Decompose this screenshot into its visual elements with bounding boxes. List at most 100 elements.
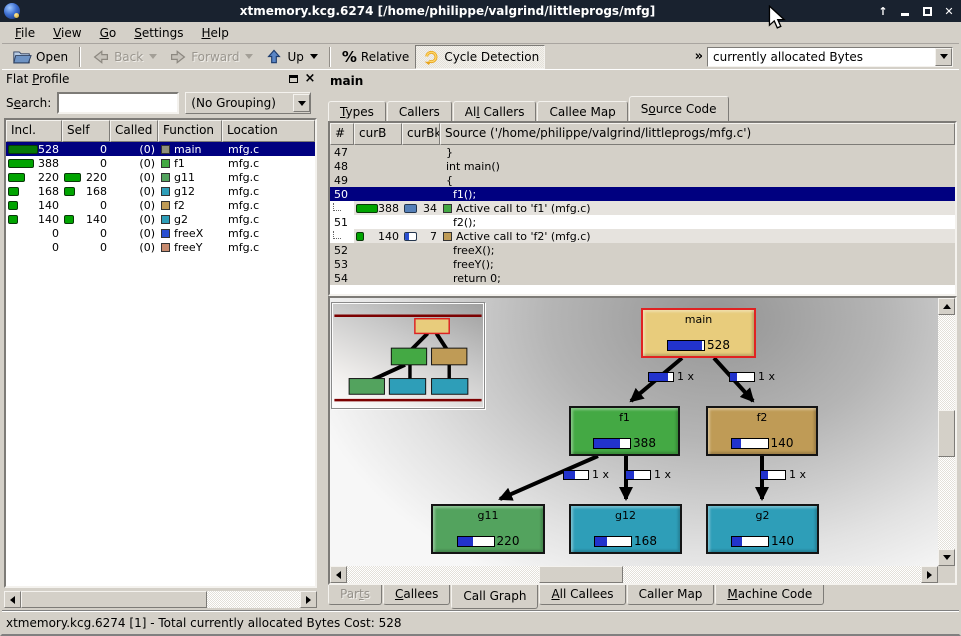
table-row[interactable]: 140 0 (0) f2 mfg.c [6, 198, 315, 212]
source-line[interactable]: 54 return 0; [330, 271, 955, 285]
column-header-self[interactable]: Self [62, 120, 110, 142]
tab-callees[interactable]: Callees [383, 585, 450, 605]
source-line[interactable]: 48int main() [330, 159, 955, 173]
graph-vscrollbar[interactable] [938, 298, 955, 566]
scrollbar-thumb[interactable] [539, 566, 623, 583]
graph-node-f1[interactable]: f1 388 [569, 406, 680, 456]
column-header-line[interactable]: # [330, 123, 354, 145]
combo-dropdown-icon[interactable] [293, 94, 310, 112]
maximize-button[interactable] [919, 3, 935, 19]
source-call-row[interactable]: 140 7 Active call to 'f2' (mfg.c) [330, 229, 955, 243]
grouping-combobox[interactable]: (No Grouping) [185, 92, 311, 114]
table-row[interactable]: 168 168 (0) g12 mfg.c [6, 184, 315, 198]
search-input[interactable] [57, 92, 179, 114]
table-row[interactable]: 388 0 (0) f1 mfg.c [6, 156, 315, 170]
edge-label-f1-g12: 1 x [625, 468, 671, 481]
event-type-combobox[interactable]: currently allocated Bytes [707, 47, 953, 67]
table-row[interactable]: 0 0 (0) freeY mfg.c [6, 240, 315, 254]
source-call-row[interactable]: 388 34 Active call to 'f1' (mfg.c) [330, 201, 955, 215]
menu-go[interactable]: Go [91, 24, 126, 42]
function-color-icon [161, 173, 170, 182]
open-button[interactable]: Open [6, 45, 74, 69]
tab-callee-map[interactable]: Callee Map [537, 101, 627, 121]
menu-settings[interactable]: Settings [125, 24, 192, 42]
dock-float-button[interactable] [286, 72, 300, 86]
forward-dropdown-icon[interactable] [245, 54, 253, 59]
graph-hscrollbar[interactable] [330, 566, 938, 583]
tab-types[interactable]: Types [328, 101, 386, 121]
graph-node-f2[interactable]: f2 140 [706, 406, 818, 456]
scroll-right-icon[interactable] [921, 566, 938, 583]
graph-node-g11[interactable]: g11 220 [431, 504, 545, 554]
forward-button[interactable]: Forward [163, 45, 259, 69]
app-window: xtmemory.kcg.6274 [/home/philippe/valgri… [0, 0, 961, 636]
dock-close-button[interactable]: × [303, 72, 317, 86]
cost-bar [731, 438, 769, 449]
column-header-location[interactable]: Location [222, 120, 315, 142]
graph-node-g2[interactable]: g2 140 [706, 504, 819, 554]
scroll-down-icon[interactable] [938, 549, 955, 566]
table-row[interactable]: 0 0 (0) freeX mfg.c [6, 226, 315, 240]
graph-node-g12[interactable]: g12 168 [569, 504, 682, 554]
scroll-up-icon[interactable] [938, 298, 955, 315]
flat-profile-hscrollbar[interactable] [4, 591, 317, 608]
table-row[interactable]: 528 0 (0) main mfg.c [6, 142, 315, 156]
menu-help[interactable]: Help [192, 24, 237, 42]
source-line[interactable]: 49{ [330, 173, 955, 187]
column-header-curb[interactable]: curB [354, 123, 402, 145]
close-icon: × [305, 74, 316, 84]
source-header: # curB curBk Source ('/home/philippe/val… [330, 123, 955, 145]
source-line[interactable]: 51 f2(); [330, 215, 955, 229]
source-line[interactable]: 52 freeX(); [330, 243, 955, 257]
column-header-source[interactable]: Source ('/home/philippe/valgrind/littlep… [440, 123, 955, 145]
menu-file[interactable]: File [6, 24, 44, 42]
source-line[interactable]: 47} [330, 145, 955, 159]
graph-node-main[interactable]: main 528 [641, 308, 756, 358]
menu-view[interactable]: View [44, 24, 90, 42]
table-header: Incl. Self Called Function Location [6, 120, 315, 142]
minimize-button[interactable] [897, 3, 913, 19]
scrollbar-thumb[interactable] [938, 410, 955, 457]
tab-all-callees[interactable]: All Callees [539, 585, 625, 605]
shade-button[interactable]: ↑ [875, 3, 891, 19]
source-line-selected[interactable]: 50 f1(); [330, 187, 955, 201]
cycle-detection-button[interactable]: Cycle Detection [415, 45, 545, 69]
back-button[interactable]: Back [86, 45, 163, 69]
scroll-left-icon[interactable] [4, 591, 21, 608]
up-button[interactable]: Up [259, 45, 323, 69]
call-graph-canvas[interactable]: main 528 f1 388 f2 140 g11 220 g12 168 [330, 298, 944, 566]
tab-caller-map[interactable]: Caller Map [627, 585, 715, 605]
column-header-called[interactable]: Called [110, 120, 158, 142]
toolbar: Open Back Forward Up % Relativ [2, 44, 959, 70]
back-dropdown-icon[interactable] [149, 54, 157, 59]
source-line[interactable]: 53 freeY(); [330, 257, 955, 271]
scrollbar-thumb[interactable] [21, 591, 207, 608]
function-color-icon [443, 204, 452, 213]
toolbar-separator [79, 47, 81, 67]
table-row[interactable]: 220 220 (0) g11 mfg.c [6, 170, 315, 184]
dock-titlebar: Flat Profile × [4, 70, 317, 88]
tab-all-callers[interactable]: All Callers [453, 101, 537, 121]
close-button[interactable]: ✕ [941, 3, 957, 19]
scroll-right-icon[interactable] [300, 591, 317, 608]
app-icon[interactable] [4, 3, 20, 19]
tab-source-code[interactable]: Source Code [629, 96, 729, 121]
scroll-left-icon[interactable] [330, 566, 347, 583]
tab-parts[interactable]: Parts [328, 585, 382, 605]
toolbar-overflow-chevron[interactable]: » [695, 49, 703, 64]
tab-machine-code[interactable]: Machine Code [715, 585, 824, 605]
relative-button[interactable]: % Relative [336, 45, 415, 69]
up-dropdown-icon[interactable] [310, 54, 318, 59]
column-header-function[interactable]: Function [158, 120, 222, 142]
window-title: xtmemory.kcg.6274 [/home/philippe/valgri… [20, 4, 875, 18]
column-header-incl[interactable]: Incl. [6, 120, 62, 142]
tab-callers[interactable]: Callers [387, 101, 452, 121]
tab-call-graph[interactable]: Call Graph [451, 585, 538, 609]
cost-bar [667, 340, 705, 351]
column-header-curbk[interactable]: curBk [402, 123, 440, 145]
combo-dropdown-icon[interactable] [935, 48, 952, 66]
table-row[interactable]: 140 140 (0) g2 mfg.c [6, 212, 315, 226]
graph-overview-minimap[interactable] [331, 302, 485, 409]
edge-label-f2-g2: 1 x [760, 468, 806, 481]
function-detail-panel: main Types Callers All Callers Callee Ma… [324, 70, 959, 610]
